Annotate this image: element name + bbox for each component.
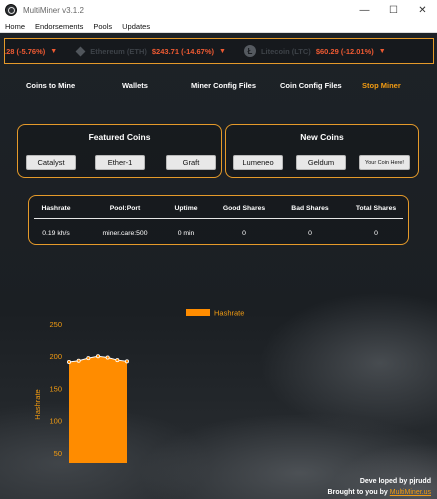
data-point	[86, 356, 91, 361]
hashrate-chart-svg: 050100150200250HashrateHashrate	[33, 309, 244, 463]
stat-value-hashrate: 0.19 kh/s	[42, 230, 70, 237]
ticker-item-ethereum: Ethereum (ETH) $243.71 (-14.67%) ▼	[75, 45, 226, 57]
stat-header-uptime: Uptime	[174, 205, 198, 212]
menu-endorsements[interactable]: Endorsements	[30, 22, 88, 31]
coin-button-geldum[interactable]: Geldum	[296, 155, 346, 170]
data-point	[67, 359, 72, 364]
litecoin-icon: Ł	[243, 45, 256, 57]
ticker-price: $60.29 (-12.01%)	[315, 46, 374, 56]
stat-header-good-shares: Good Shares	[222, 205, 266, 212]
stat-header-total-shares: Total Shares	[355, 205, 397, 212]
window-controls: — ☐ ✕	[350, 0, 437, 20]
coin-button-graft[interactable]: Graft	[166, 155, 216, 170]
hashrate-area	[69, 356, 127, 463]
menu-home[interactable]: Home	[0, 22, 30, 31]
stat-header-hashrate: Hashrate	[41, 205, 71, 212]
nav-coin-config-files[interactable]: Coin Config Files	[280, 81, 342, 90]
menu-bar: Home Endorsements Pools Updates	[0, 20, 437, 33]
stat-header-bad-shares: Bad Shares	[291, 205, 329, 212]
price-ticker: .28 (-5.76%) ▼ Ethereum (ETH) $243.71 (-…	[4, 38, 434, 64]
brought-by-text: Brought to you by	[327, 489, 390, 496]
coin-button-ether-1[interactable]: Ether-1	[95, 155, 145, 170]
featured-coins-title: Featured Coins	[88, 132, 151, 142]
y-tick-label: 50	[54, 449, 62, 458]
data-point	[96, 354, 101, 359]
ticker-item-litecoin: Ł Litecoin (LTC) $60.29 (-12.01%) ▼	[243, 45, 386, 57]
ticker-price: $243.71 (-14.67%)	[151, 46, 215, 56]
data-point	[115, 358, 120, 363]
y-tick-label: 100	[49, 417, 62, 426]
app-body: .28 (-5.76%) ▼ Ethereum (ETH) $243.71 (-…	[0, 33, 437, 499]
stat-header-pool-port: Pool:Port	[109, 205, 141, 212]
multiminer-link[interactable]: MultiMiner.us	[390, 489, 431, 496]
hashrate-chart: 050100150200250HashrateHashrate	[0, 268, 437, 463]
nav-coins-to-mine[interactable]: Coins to Mine	[26, 81, 75, 90]
featured-coins-panel: Featured Coins Catalyst Ether-1 Graft	[17, 124, 222, 178]
menu-updates[interactable]: Updates	[117, 22, 155, 31]
main-nav: Coins to Mine Wallets Miner Config Files…	[0, 81, 437, 93]
stat-value-bad-shares: 0	[308, 230, 312, 237]
down-arrow-icon: ▼	[50, 47, 58, 55]
legend-label: Hashrate	[214, 309, 244, 318]
coin-button-catalyst[interactable]: Catalyst	[26, 155, 76, 170]
y-axis-label: Hashrate	[33, 389, 42, 419]
mining-stats-table: Hashrate Pool:Port Uptime Good Shares Ba…	[28, 195, 409, 245]
stop-miner-button[interactable]: Stop Miner	[362, 81, 401, 90]
new-coins-title: New Coins	[300, 132, 344, 142]
developer-credit: Deve loped by pjrudd	[359, 478, 431, 485]
brought-by-credit: Brought to you by MultiMiner.us	[328, 489, 431, 496]
stat-value-uptime: 0 min	[177, 230, 195, 237]
y-tick-label: 250	[49, 320, 62, 329]
minimize-button[interactable]: —	[350, 0, 379, 20]
maximize-button[interactable]: ☐	[379, 0, 408, 20]
ticker-item: .28 (-5.76%) ▼	[4, 46, 58, 56]
app-logo-icon	[5, 4, 17, 16]
ethereum-icon	[75, 45, 86, 57]
window-title: MultiMiner v3.1.2	[23, 5, 84, 15]
down-arrow-icon: ▼	[378, 47, 386, 55]
ticker-name: Ethereum (ETH)	[90, 46, 147, 56]
down-arrow-icon: ▼	[219, 47, 226, 55]
table-divider	[34, 218, 403, 219]
close-button[interactable]: ✕	[408, 0, 437, 20]
legend-swatch	[186, 309, 210, 316]
y-tick-label: 150	[49, 384, 62, 393]
data-point	[105, 355, 110, 360]
nav-wallets[interactable]: Wallets	[122, 81, 148, 90]
stat-value-total-shares: 0	[374, 230, 378, 237]
title-bar: MultiMiner v3.1.2 — ☐ ✕	[0, 0, 437, 20]
nav-miner-config-files[interactable]: Miner Config Files	[191, 81, 256, 90]
your-coin-here-button[interactable]: Your Coin Here!	[359, 155, 410, 170]
stat-value-pool-port: miner.care:500	[102, 230, 148, 237]
new-coins-panel: New Coins Lumeneo Geldum Your Coin Here!	[225, 124, 419, 178]
menu-pools[interactable]: Pools	[88, 22, 117, 31]
coin-button-lumeneo[interactable]: Lumeneo	[233, 155, 283, 170]
data-point	[125, 359, 130, 364]
stat-value-good-shares: 0	[242, 230, 246, 237]
data-point	[76, 358, 81, 363]
ticker-price: .28 (-5.76%)	[4, 46, 46, 56]
ticker-name: Litecoin (LTC)	[260, 46, 311, 56]
y-tick-label: 200	[49, 352, 62, 361]
